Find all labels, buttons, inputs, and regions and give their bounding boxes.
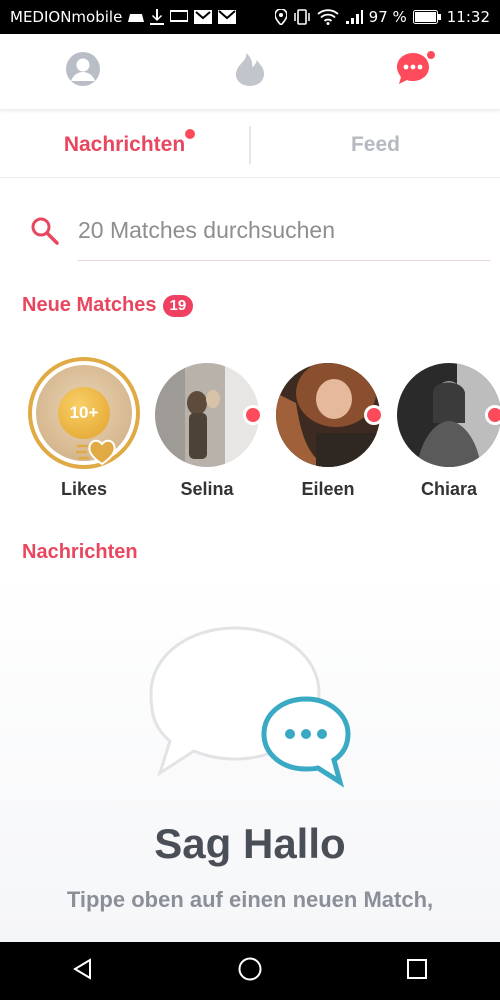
vibrate-icon [293,9,311,25]
search-icon [30,216,60,246]
gmail-icon [194,10,213,24]
match-item-eileen[interactable]: Eileen [273,355,384,500]
recents-square-icon [406,958,428,985]
back-triangle-icon [72,957,94,985]
signal-icon [345,9,363,25]
match-item-chiara[interactable]: Chiara [394,355,500,500]
home-circle-icon [237,956,263,987]
empty-state-hint: Tippe oben auf einen neuen Match, [66,887,434,912]
tab-label: Nachrichten [63,132,186,156]
tab-bar: Nachrichten Feed [0,112,500,178]
new-match-dot [243,405,263,425]
likes-item[interactable]: 10+ Likes [28,355,140,500]
new-matches-title: Neue Matches [22,294,157,316]
profile-icon [65,51,101,92]
top-nav [0,34,500,110]
likes-ring: 10+ [28,357,140,469]
download-icon [150,9,165,25]
empty-state-title: Sag Hallo [154,820,346,867]
search-input[interactable] [78,201,490,261]
tab-label: Feed [350,132,400,156]
tab-feed[interactable]: Feed [251,133,500,157]
flame-icon [234,51,266,92]
new-match-dot [485,405,500,425]
back-button[interactable] [53,946,113,996]
avatar [397,363,500,467]
cast-icon [170,10,189,24]
battery-icon [412,10,441,24]
battery-percent: 97 % [368,8,407,26]
new-matches-header: Neue Matches 19 [22,294,194,317]
location-icon [274,9,287,25]
avatar [276,363,384,467]
messages-section-title: Nachrichten [22,541,138,563]
chat-icon [395,49,439,94]
match-item-selina[interactable]: Selina [152,355,263,500]
match-name: Chiara [420,479,478,499]
likes-count: 10+ [58,387,110,439]
likes-label: Likes [60,479,108,499]
speech-bubbles-icon [140,622,360,807]
new-match-dot [364,405,384,425]
unread-dot [185,128,196,139]
system-nav-bar [0,942,500,1000]
carrier-name: MEDIONmobile [10,8,123,26]
profile-button[interactable] [53,42,113,102]
new-matches-count-badge: 19 [162,294,194,317]
messages-section-header: Nachrichten [22,541,138,564]
messages-nav-button[interactable] [387,42,447,102]
tab-nachrichten[interactable]: Nachrichten [0,128,249,157]
mail-icon [218,10,237,24]
discover-button[interactable] [220,42,280,102]
gold-heart-icon [74,436,116,471]
matches-carousel[interactable]: 10+ Likes Selina Eileen Chiara [0,355,500,505]
search-bar [30,200,490,262]
game-controller-icon [128,10,145,24]
avatar [155,363,263,467]
match-name: Selina [180,479,234,499]
match-name: Eileen [301,479,355,499]
recents-button[interactable] [387,946,447,996]
empty-state: Sag Hallo Tippe oben auf einen neuen Mat… [0,572,500,942]
status-bar: MEDIONmobile 97 % 11:32 [0,0,500,34]
clock: 11:32 [446,8,490,26]
wifi-icon [317,9,339,25]
home-button[interactable] [220,946,280,996]
